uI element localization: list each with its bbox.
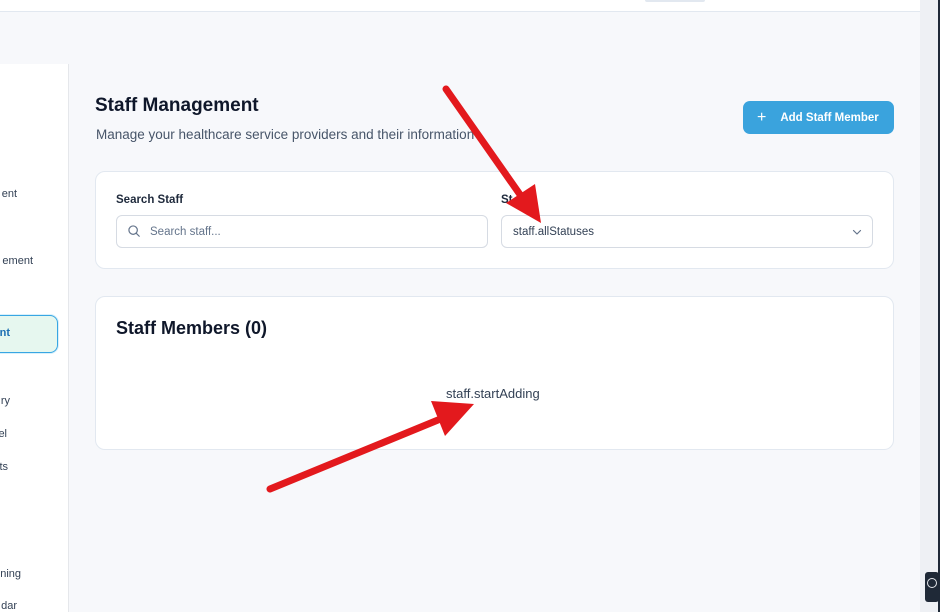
top-bar [0,0,920,12]
plus-icon: + [757,108,767,126]
add-staff-member-button[interactable]: + Add Staff Member [743,101,894,134]
sidebar-item-label: ement [2,255,33,267]
sidebar-item-label: nt [0,327,10,339]
search-staff-field[interactable] [116,215,488,248]
sidebar-item-8[interactable]: dar [0,600,17,612]
search-staff-input[interactable] [150,216,480,247]
sidebar-item-label: el [0,428,7,440]
sidebar: ent ement nt ry el ts ning dar [0,64,69,612]
page-subtitle: Manage your healthcare service providers… [96,127,475,142]
chevron-down-icon [852,229,862,235]
sidebar-item-5[interactable]: el [0,428,7,440]
status-select[interactable]: staff.allStatuses [501,215,873,248]
empty-state-text: staff.startAdding [446,386,540,401]
sidebar-item-4[interactable]: ry [0,395,10,407]
staff-members-title: Staff Members (0) [116,318,268,338]
add-staff-member-label: Add Staff Member [780,111,879,124]
sidebar-item-active[interactable]: nt [0,315,58,353]
search-staff-label: Search Staff [116,194,184,206]
sidebar-item-6[interactable]: ts [0,461,8,473]
sidebar-item-1[interactable]: ent [0,188,17,200]
scrollbar[interactable] [920,0,940,612]
page-title: Staff Management [95,95,259,116]
sidebar-item-label: ning [0,568,21,580]
top-bar-pill [645,0,705,2]
search-icon [128,225,140,237]
sidebar-item-label: dar [1,600,17,612]
scrollbar-thumb-icon[interactable] [925,572,939,602]
scrollbar-track[interactable] [920,0,938,612]
sidebar-item-2[interactable]: ement [0,255,33,267]
sidebar-item-label: ts [0,461,8,473]
sidebar-item-7[interactable]: ning [0,568,21,580]
status-label: St [501,194,513,206]
sidebar-item-label: ry [0,395,10,407]
sidebar-item-label: ent [1,188,17,200]
status-select-value: staff.allStatuses [513,226,594,238]
